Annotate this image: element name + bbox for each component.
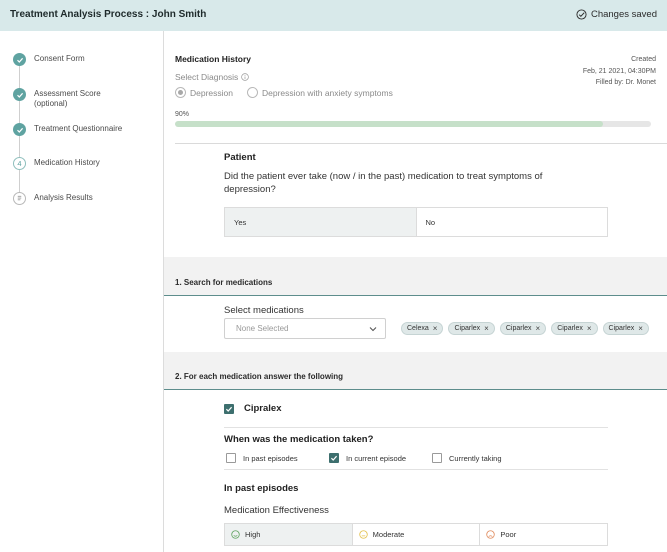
close-icon[interactable]: × bbox=[484, 324, 489, 333]
step-number-badge: 4 bbox=[13, 157, 26, 170]
timing-label: In current episode bbox=[346, 453, 407, 463]
each-medication-section-title: 2. For each medication answer the follow… bbox=[175, 372, 344, 381]
smile-icon bbox=[231, 530, 240, 539]
top-bar: Treatment Analysis Process : John Smith … bbox=[0, 0, 667, 31]
close-icon[interactable]: × bbox=[433, 324, 438, 333]
step-assessment-score[interactable]: Assessment Score (optional) bbox=[13, 88, 124, 109]
diagnosis-radio-group: Depression Depression with anxiety sympt… bbox=[175, 87, 393, 98]
effectiveness-label: Medication Effectiveness bbox=[224, 505, 329, 516]
divider bbox=[224, 469, 608, 470]
dropdown-value: None Selected bbox=[236, 324, 289, 333]
document-icon bbox=[13, 192, 26, 205]
select-diagnosis-text: Select Diagnosis bbox=[175, 72, 239, 82]
timing-options: In past episodes In current episode Curr… bbox=[226, 453, 502, 463]
divider bbox=[224, 427, 608, 428]
step-medication-history[interactable]: 4 Medication History bbox=[13, 157, 124, 170]
check-icon bbox=[13, 123, 26, 136]
medication-chip: Ciparlex × bbox=[499, 322, 547, 335]
radio-depression[interactable] bbox=[175, 87, 186, 98]
option-no[interactable]: No bbox=[417, 208, 608, 236]
step-analysis-results[interactable]: Analysis Results bbox=[13, 192, 124, 205]
timing-past-episodes[interactable]: In past episodes bbox=[226, 453, 329, 463]
in-past-heading: In past episodes bbox=[224, 483, 299, 494]
select-diagnosis-label: Select Diagnosis bbox=[175, 72, 250, 82]
timing-current-episode[interactable]: In current episode bbox=[329, 453, 432, 463]
created-info: Created Feb, 21 2021, 04:30PM Filled by:… bbox=[583, 54, 656, 89]
close-icon[interactable]: × bbox=[638, 324, 643, 333]
check-icon bbox=[13, 53, 26, 66]
selected-medication-chips: Celexa × Ciparlex × Ciparlex × Ciparlex … bbox=[401, 322, 649, 335]
effectiveness-label-moderate: Moderate bbox=[372, 530, 405, 539]
save-status: Changes saved bbox=[576, 9, 657, 20]
effectiveness-label-high: High bbox=[245, 530, 261, 539]
created-label: Created bbox=[631, 56, 656, 63]
medication-name: Cipralex bbox=[244, 403, 282, 414]
checkbox[interactable] bbox=[226, 453, 236, 463]
check-icon bbox=[225, 406, 233, 412]
each-medication-section-header: 2. For each medication answer the follow… bbox=[164, 352, 667, 390]
chip-label: Ciparlex bbox=[454, 325, 481, 332]
chip-label: Celexa bbox=[407, 325, 429, 332]
chip-label: Ciparlex bbox=[608, 325, 635, 332]
progress-fill bbox=[175, 121, 604, 127]
timing-label: In past episodes bbox=[243, 453, 298, 463]
step-label: Consent Form bbox=[34, 54, 85, 63]
divider bbox=[175, 143, 667, 144]
chevron-down-icon bbox=[369, 327, 377, 332]
progress-bar bbox=[175, 121, 651, 127]
medication-row: Cipralex bbox=[224, 403, 282, 414]
medication-chip: Ciparlex × bbox=[602, 322, 649, 335]
section-title: Medication History bbox=[175, 54, 252, 64]
step-label: Treatment Questionnaire bbox=[34, 124, 123, 133]
step-treatment-questionnaire[interactable]: Treatment Questionnaire bbox=[13, 123, 124, 136]
step-consent-form[interactable]: Consent Form bbox=[13, 53, 124, 66]
medication-chip: Celexa × bbox=[401, 322, 444, 335]
option-yes[interactable]: Yes bbox=[225, 208, 417, 236]
check-circle-icon bbox=[576, 9, 587, 20]
step-label: Medication History bbox=[34, 158, 100, 167]
checkbox[interactable] bbox=[329, 453, 339, 463]
timing-label: Currently taking bbox=[449, 453, 502, 463]
effectiveness-high[interactable]: High bbox=[225, 524, 353, 545]
patient-question: Did the patient ever take (now / in the … bbox=[224, 171, 543, 195]
close-icon[interactable]: × bbox=[536, 324, 541, 333]
main-panel: Medication History Select Diagnosis Depr… bbox=[164, 31, 667, 552]
chip-label: Ciparlex bbox=[505, 325, 532, 332]
check-icon bbox=[13, 88, 26, 101]
steps-sidebar: Consent Form Assessment Score (optional)… bbox=[0, 31, 164, 552]
progress-percent: 90% bbox=[175, 111, 190, 118]
filled-by: Filled by: Dr. Monet bbox=[595, 79, 656, 86]
medication-chip: Ciparlex × bbox=[448, 322, 495, 335]
created-date: Feb, 21 2021, 04:30PM bbox=[582, 67, 656, 75]
when-question: When was the medication taken? bbox=[224, 434, 374, 445]
medication-chip: Ciparlex × bbox=[551, 322, 598, 335]
medication-checkbox[interactable] bbox=[224, 403, 234, 414]
timing-currently-taking[interactable]: Currently taking bbox=[432, 453, 502, 463]
close-icon[interactable]: × bbox=[587, 324, 592, 333]
radio-depression-anxiety-label: Depression with anxiety symptoms bbox=[262, 87, 393, 98]
effectiveness-options: High Moderate Poor bbox=[224, 523, 608, 546]
effectiveness-poor[interactable]: Poor bbox=[480, 524, 607, 545]
checkbox[interactable] bbox=[432, 453, 442, 463]
step-label: Analysis Results bbox=[34, 193, 93, 202]
neutral-face-icon bbox=[358, 530, 368, 539]
save-status-label: Changes saved bbox=[590, 9, 657, 20]
info-icon[interactable] bbox=[241, 73, 250, 81]
search-section-title: 1. Search for medications bbox=[175, 278, 273, 287]
step-label: Assessment Score (optional) bbox=[34, 89, 101, 108]
sad-face-icon bbox=[486, 530, 496, 539]
yes-no-toggle: Yes No bbox=[224, 207, 608, 237]
select-medications-label: Select medications bbox=[224, 305, 304, 316]
search-section-header: 1. Search for medications bbox=[164, 257, 667, 296]
check-icon bbox=[330, 455, 338, 461]
patient-heading: Patient bbox=[224, 152, 256, 163]
chip-label: Ciparlex bbox=[557, 325, 583, 332]
radio-depression-label: Depression bbox=[190, 87, 233, 98]
medications-dropdown[interactable]: None Selected bbox=[224, 318, 386, 339]
radio-depression-anxiety[interactable] bbox=[247, 87, 258, 98]
effectiveness-moderate[interactable]: Moderate bbox=[353, 524, 481, 545]
page-title: Treatment Analysis Process : John Smith bbox=[10, 9, 207, 20]
effectiveness-label-poor: Poor bbox=[500, 530, 517, 539]
